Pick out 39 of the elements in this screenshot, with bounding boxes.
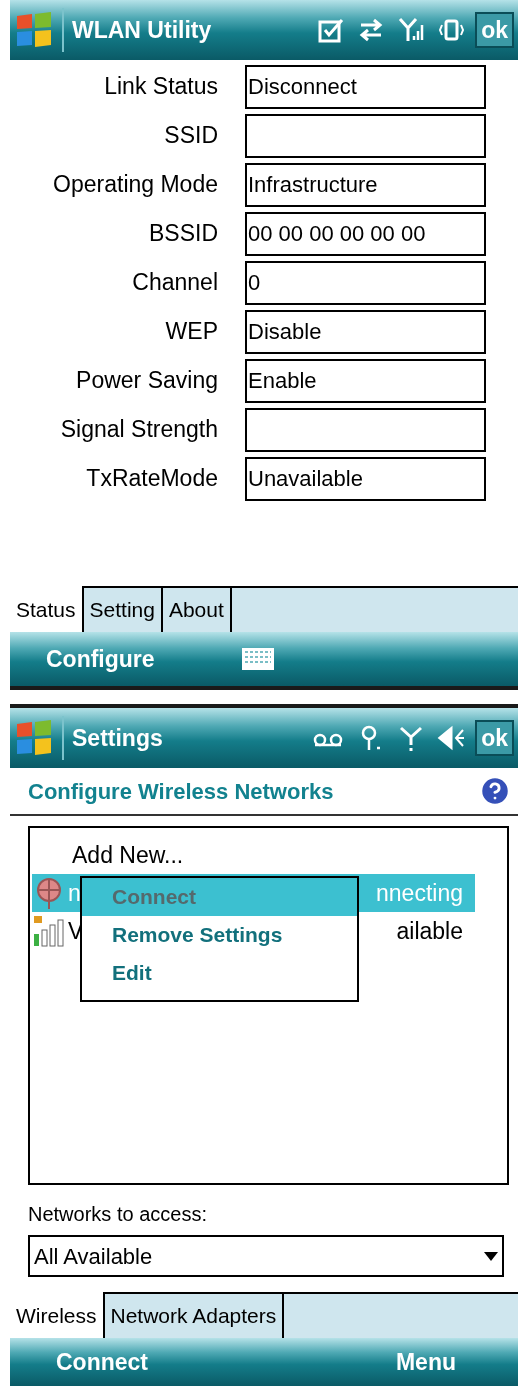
networks-label: Networks to access: xyxy=(28,1202,208,1227)
value-field: Disable xyxy=(245,309,486,354)
field-label: Link Status xyxy=(103,72,218,102)
field-label: WEP xyxy=(164,317,218,347)
speaker-icon[interactable] xyxy=(437,724,466,752)
ok-button[interactable]: ok xyxy=(475,720,514,756)
field-label: Channel xyxy=(131,268,218,298)
checkbox-icon[interactable] xyxy=(317,16,346,44)
value-field: 0 xyxy=(245,260,486,305)
window-title: Settings xyxy=(72,723,163,753)
field-label: BSSID xyxy=(147,219,218,249)
field-label: Operating Mode xyxy=(52,170,218,200)
keyboard-icon[interactable] xyxy=(240,647,275,671)
field-label: SSID xyxy=(163,121,218,151)
add-new-item[interactable]: Add New... xyxy=(32,838,505,874)
field-label: Power Saving xyxy=(75,366,218,396)
tab[interactable]: Status xyxy=(10,586,84,632)
network-status: nnecting xyxy=(376,878,463,908)
network-name: n xyxy=(68,878,81,908)
connect-soft-key[interactable]: Connect xyxy=(56,1344,148,1380)
value-field: Infrastructure xyxy=(245,162,486,207)
value-field: 00 00 00 00 00 00 xyxy=(245,211,486,256)
menu-soft-key[interactable]: Menu xyxy=(395,1344,456,1380)
window-title: WLAN Utility xyxy=(72,15,212,45)
value-field: Unavailable xyxy=(245,456,486,501)
network-status: ailable xyxy=(396,916,463,946)
value-field: Disconnect xyxy=(245,64,486,109)
configure-soft-key[interactable]: Configure xyxy=(46,641,155,677)
value-field: Enable xyxy=(245,358,486,403)
signal-icon[interactable] xyxy=(397,16,426,44)
field-label: Signal Strength xyxy=(59,415,218,445)
windows-logo-icon[interactable] xyxy=(14,10,54,50)
windows-logo-icon[interactable] xyxy=(14,718,54,758)
page-heading: Configure Wireless Networks xyxy=(28,777,334,806)
dropdown-caret-icon xyxy=(484,1251,498,1261)
ok-button[interactable]: ok xyxy=(475,12,514,48)
tab[interactable]: Wireless xyxy=(10,1292,105,1338)
networks-dropdown[interactable]: All Available xyxy=(28,1235,504,1277)
field-label: TxRateMode xyxy=(85,464,218,494)
